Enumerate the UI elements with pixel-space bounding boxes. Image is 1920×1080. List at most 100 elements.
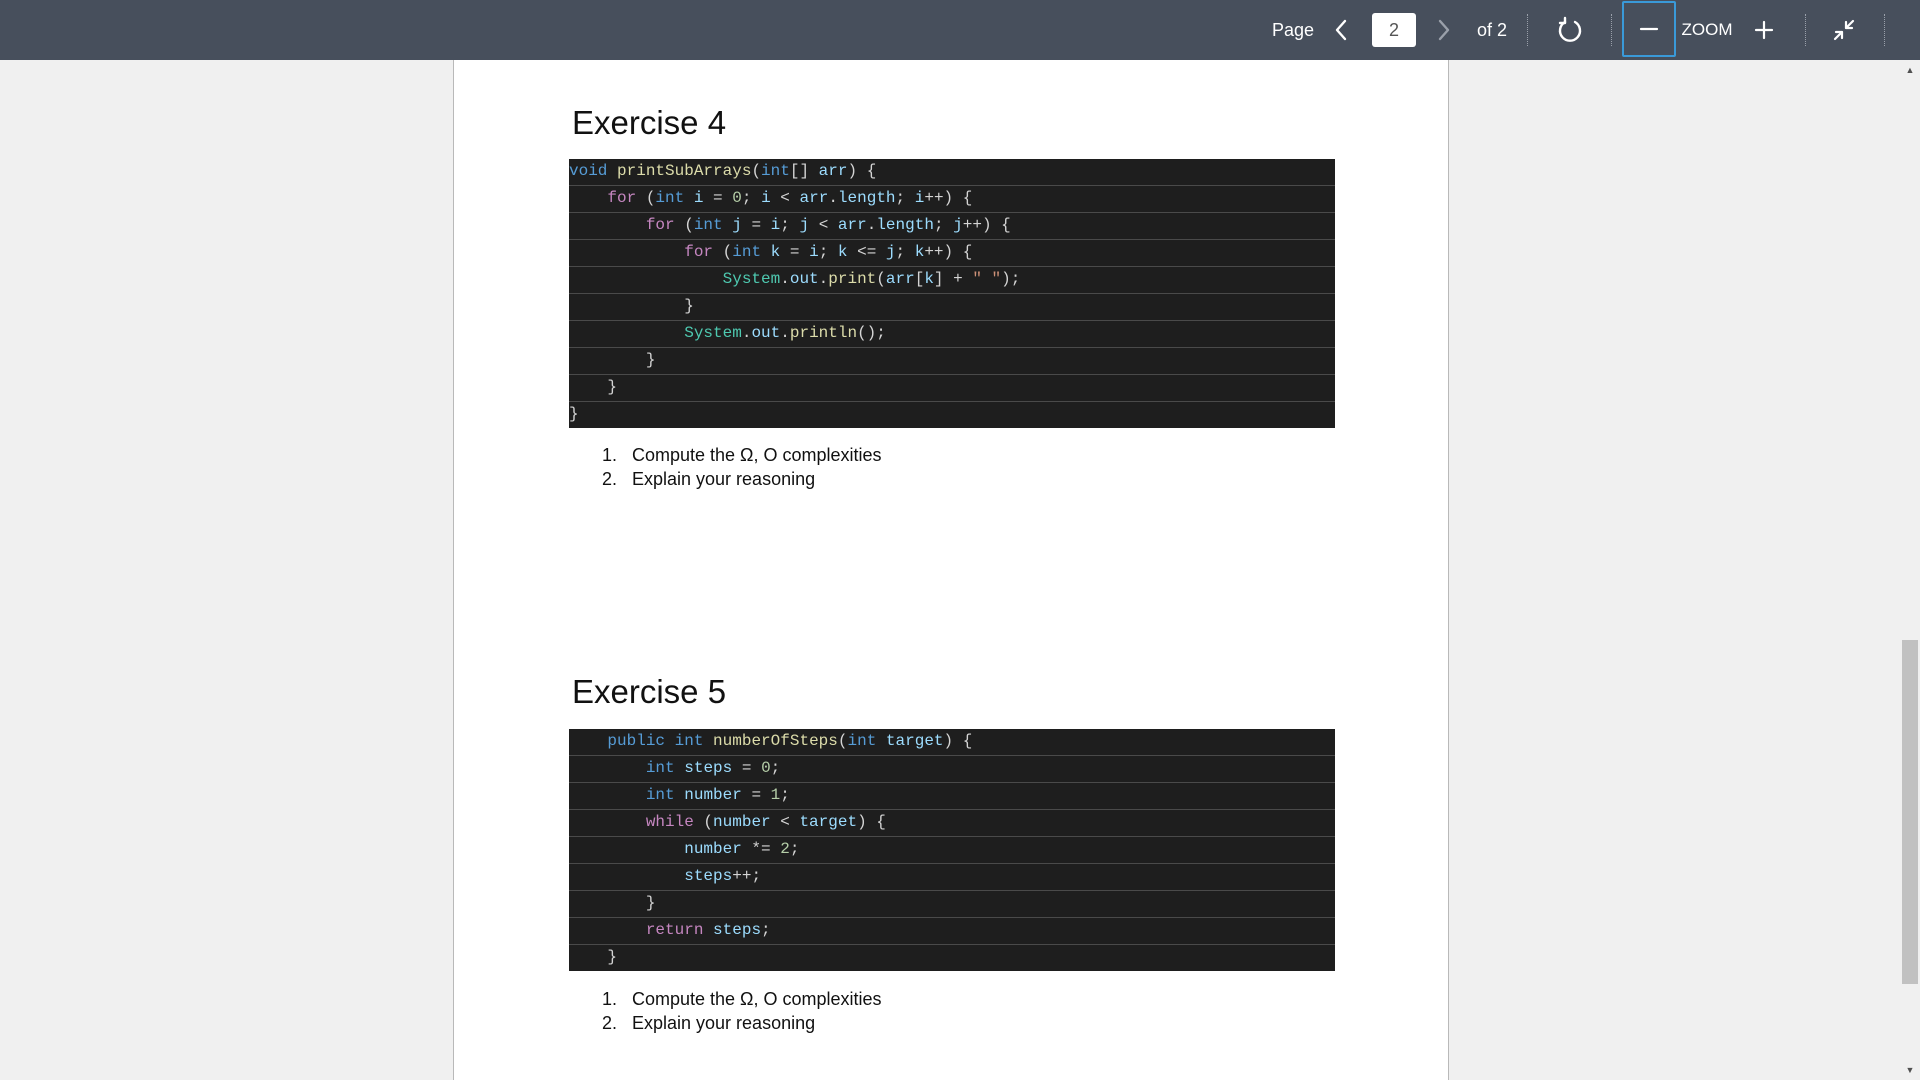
code-token: < — [770, 813, 800, 831]
code-token: j — [953, 216, 963, 234]
code-token: } — [569, 378, 618, 396]
code-token: j — [799, 216, 810, 234]
code-token: *= — [741, 840, 781, 858]
code-token: i — [914, 189, 925, 207]
code-token: ; — [789, 840, 800, 858]
code-token: ; — [895, 189, 915, 207]
code-line: int number = 1; — [569, 783, 1335, 810]
toolbar-divider — [1527, 14, 1528, 46]
code-token: . — [866, 216, 877, 234]
page-label: Page — [1271, 19, 1315, 40]
code-line: } — [569, 375, 1335, 402]
code-token: ++; — [732, 867, 762, 885]
code-line: void printSubArrays(int[] arr) { — [569, 159, 1335, 186]
chevron-left-icon — [1335, 19, 1347, 41]
zoom-in-button[interactable] — [1744, 0, 1784, 60]
code-token: i — [809, 243, 819, 261]
rotate-button[interactable] — [1550, 0, 1590, 60]
code-line: System.out.print(arr[k] + " "); — [569, 267, 1335, 294]
list-number: 1. — [602, 989, 618, 1009]
exercise-heading: Exercise 5 — [572, 673, 727, 710]
vertical-scrollbar[interactable]: ▲ ▼ — [1900, 60, 1920, 1080]
document-viewer: Exercise 4 void printSubArrays(int[] arr… — [0, 60, 1920, 1080]
code-token: k — [914, 243, 925, 261]
code-token: <= — [847, 243, 886, 261]
code-token: number — [684, 786, 742, 804]
code-token: [ — [914, 270, 925, 288]
code-token: length — [876, 216, 934, 234]
code-token: return — [645, 921, 704, 939]
code-token: arr — [885, 270, 915, 288]
code-token: length — [837, 189, 896, 207]
code-token: . — [828, 189, 838, 207]
collapse-button[interactable] — [1822, 0, 1866, 60]
code-token: int — [732, 243, 762, 261]
code-token: 1 — [770, 786, 781, 804]
code-token: } — [569, 894, 656, 912]
code-token: System — [684, 324, 742, 342]
code-token: 0 — [761, 759, 771, 777]
code-token: = — [780, 243, 810, 261]
code-token: . — [818, 270, 829, 288]
page-number-input[interactable] — [1372, 13, 1416, 47]
code-token: ; — [770, 759, 781, 777]
code-token: ( — [713, 243, 733, 261]
plus-icon — [1754, 20, 1774, 40]
code-token: i — [761, 189, 771, 207]
code-token: } — [569, 405, 579, 423]
zoom-label: ZOOM — [1681, 20, 1733, 39]
code-token: ( — [751, 162, 762, 180]
toolbar-divider — [1884, 14, 1885, 46]
code-token: ( — [674, 216, 694, 234]
code-token: ( — [876, 270, 886, 288]
code-token: ; — [761, 921, 771, 939]
code-token: steps — [684, 759, 733, 777]
code-token: . — [780, 270, 790, 288]
code-token: . — [780, 324, 790, 342]
code-line: for (int k = i; k <= j; k++) { — [569, 240, 1335, 267]
code-token: int — [674, 732, 704, 750]
code-token: 2 — [780, 840, 790, 858]
code-token: int — [693, 216, 723, 234]
code-token: steps — [684, 867, 733, 885]
code-token: ; — [895, 243, 915, 261]
code-token: ; — [818, 243, 838, 261]
code-token: int — [655, 189, 685, 207]
code-token: j — [732, 216, 742, 234]
code-token: = — [741, 786, 771, 804]
code-token: ( — [636, 189, 656, 207]
code-token: } — [569, 297, 694, 315]
next-page-button[interactable] — [1428, 0, 1460, 60]
code-token: void — [569, 162, 608, 180]
zoom-out-button[interactable] — [1622, 1, 1676, 57]
list-text: Explain your reasoning — [632, 469, 816, 489]
code-token: arr — [818, 162, 848, 180]
list-text: Compute the Ω, O complexities — [632, 989, 882, 1009]
code-token: (); — [857, 324, 886, 342]
rotate-icon — [1558, 16, 1582, 42]
code-token: arr — [837, 216, 867, 234]
list-item: 2. Explain your reasoning — [602, 1011, 882, 1035]
code-block: void printSubArrays(int[] arr) { for (in… — [569, 159, 1335, 428]
code-line: } — [569, 945, 1335, 971]
code-token: target — [799, 813, 858, 831]
code-token: public — [607, 732, 666, 750]
list-item: 1. Compute the Ω, O complexities — [602, 443, 882, 467]
scroll-up-arrow-icon[interactable]: ▲ — [1900, 64, 1920, 76]
code-token: ; — [780, 216, 800, 234]
code-token: [] — [789, 162, 819, 180]
code-token: ; — [933, 216, 954, 234]
scrollbar-thumb[interactable] — [1902, 640, 1918, 984]
scroll-down-arrow-icon[interactable]: ▼ — [1900, 1064, 1920, 1076]
previous-page-button[interactable] — [1325, 0, 1357, 60]
code-token: 0 — [732, 189, 742, 207]
